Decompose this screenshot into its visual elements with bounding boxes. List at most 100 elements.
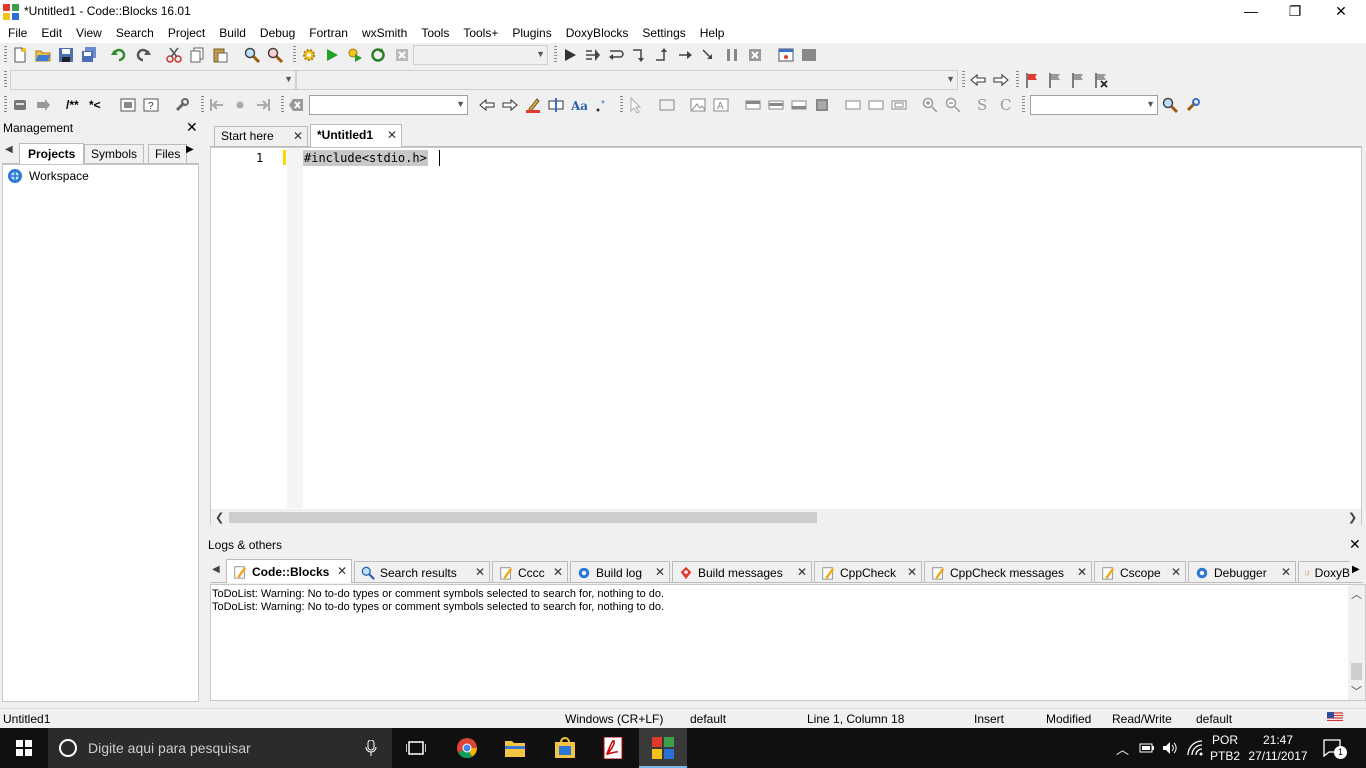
fold-margin[interactable] bbox=[287, 148, 303, 508]
tab-scroll-right-icon[interactable]: ▶ bbox=[1352, 564, 1360, 575]
toolbar-grip[interactable] bbox=[293, 46, 296, 64]
menu-build[interactable]: Build bbox=[212, 23, 253, 43]
toolbar-grip[interactable] bbox=[281, 96, 284, 114]
build-gear-icon[interactable] bbox=[301, 47, 317, 63]
wxsmith-frame-icon[interactable] bbox=[659, 97, 675, 113]
microphone-icon[interactable] bbox=[365, 740, 377, 756]
tab-scroll-left-icon[interactable]: ◀ bbox=[5, 144, 13, 155]
first-icon[interactable] bbox=[209, 97, 225, 113]
close-tab-icon[interactable]: ✕ bbox=[797, 565, 807, 579]
next-line-icon[interactable] bbox=[608, 47, 624, 63]
toolbar-grip[interactable] bbox=[962, 71, 965, 89]
zoom-in-icon[interactable] bbox=[922, 97, 938, 113]
menu-fortran[interactable]: Fortran bbox=[302, 23, 355, 43]
step-into-instruction-icon[interactable] bbox=[700, 47, 716, 63]
tab-build-log[interactable]: Build log ✕ bbox=[570, 561, 670, 583]
volume-icon[interactable] bbox=[1162, 740, 1178, 756]
abort-build-icon[interactable] bbox=[394, 47, 410, 63]
tab-cppcheck[interactable]: CppCheck ✕ bbox=[814, 561, 922, 583]
menu-project[interactable]: Project bbox=[161, 23, 212, 43]
close-tab-icon[interactable]: ✕ bbox=[1077, 565, 1087, 579]
doxyblocks-extract-icon[interactable] bbox=[35, 97, 51, 113]
tree-item-workspace[interactable]: Workspace bbox=[7, 167, 89, 185]
tab-untitled1[interactable]: *Untitled1 ✕ bbox=[310, 124, 402, 147]
acrobat-taskbar-button[interactable] bbox=[589, 728, 637, 768]
minimize-button[interactable]: — bbox=[1228, 0, 1274, 23]
menu-tools[interactable]: Tools bbox=[414, 23, 456, 43]
pause-icon[interactable] bbox=[724, 47, 740, 63]
start-button[interactable] bbox=[0, 728, 48, 768]
build-and-run-icon[interactable] bbox=[347, 47, 363, 63]
highlight-icon[interactable] bbox=[525, 97, 541, 113]
previous-bookmark-icon[interactable] bbox=[1047, 72, 1063, 88]
menu-doxyblocks[interactable]: DoxyBlocks bbox=[559, 23, 636, 43]
find-symbol-icon[interactable] bbox=[1162, 97, 1178, 113]
tab-symbols[interactable]: Symbols bbox=[84, 144, 145, 164]
file-explorer-taskbar-button[interactable] bbox=[491, 728, 539, 768]
paste-icon[interactable] bbox=[212, 47, 228, 63]
menu-help[interactable]: Help bbox=[693, 23, 732, 43]
tab-debugger[interactable]: Debugger ✕ bbox=[1188, 561, 1296, 583]
menu-plugins[interactable]: Plugins bbox=[505, 23, 558, 43]
menu-file[interactable]: File bbox=[1, 23, 34, 43]
function-select[interactable]: ▼ bbox=[296, 70, 958, 90]
close-tab-icon[interactable]: ✕ bbox=[907, 565, 917, 579]
toggle-bookmark-icon[interactable] bbox=[1024, 72, 1040, 88]
close-tab-icon[interactable]: ✕ bbox=[1171, 565, 1181, 579]
wifi-icon[interactable] bbox=[1187, 740, 1203, 756]
wxsmith-expand-icon[interactable] bbox=[845, 97, 861, 113]
scroll-left-icon[interactable]: ❮ bbox=[215, 511, 224, 524]
zoom-out-icon[interactable] bbox=[945, 97, 961, 113]
toolbar-grip[interactable] bbox=[4, 71, 7, 89]
open-folder-icon[interactable] bbox=[35, 47, 51, 63]
scroll-thumb[interactable] bbox=[229, 512, 817, 523]
jump-forward-icon[interactable] bbox=[993, 72, 1009, 88]
clear-bookmarks-icon[interactable] bbox=[1093, 72, 1109, 88]
tab-projects[interactable]: Projects bbox=[19, 143, 85, 164]
jump-back-icon[interactable] bbox=[970, 72, 986, 88]
battery-icon[interactable] bbox=[1139, 741, 1155, 755]
tab-cccc[interactable]: Cccc ✕ bbox=[492, 561, 568, 583]
wxsmith-box-top-icon[interactable] bbox=[745, 97, 761, 113]
menu-edit[interactable]: Edit bbox=[34, 23, 69, 43]
next-instruction-icon[interactable] bbox=[677, 47, 693, 63]
doxyblocks-html-icon[interactable] bbox=[120, 97, 136, 113]
toolbar-grip[interactable] bbox=[4, 46, 7, 64]
close-tab-icon[interactable]: ✕ bbox=[475, 565, 485, 579]
toolbar-grip[interactable] bbox=[620, 96, 623, 114]
action-center-button[interactable]: 1 bbox=[1318, 736, 1347, 760]
tab-cscope[interactable]: Cscope ✕ bbox=[1094, 561, 1186, 583]
scroll-up-icon[interactable]: ︿ bbox=[1351, 586, 1362, 602]
debug-continue-icon[interactable] bbox=[562, 47, 578, 63]
line-comment-button[interactable]: *< bbox=[89, 98, 101, 112]
menu-wxsmith[interactable]: wxSmith bbox=[355, 23, 414, 43]
last-icon[interactable] bbox=[255, 97, 271, 113]
toolbar-grip[interactable] bbox=[1022, 96, 1025, 114]
wxsmith-box-middle-icon[interactable] bbox=[768, 97, 784, 113]
code-line-1[interactable]: #include<stdio.h> bbox=[303, 150, 428, 166]
menu-debug[interactable]: Debug bbox=[253, 23, 302, 43]
scroll-down-icon[interactable]: ﹀ bbox=[1351, 683, 1362, 699]
cut-icon[interactable] bbox=[166, 47, 182, 63]
wxsmith-box-bottom-icon[interactable] bbox=[791, 97, 807, 113]
scope-select[interactable]: ▼ bbox=[10, 70, 296, 90]
scroll-thumb[interactable] bbox=[1351, 663, 1362, 680]
symbol-search-input[interactable]: ▼ bbox=[1030, 95, 1158, 115]
tab-doxyblocks[interactable]: DoxyB bbox=[1298, 561, 1350, 583]
wxsmith-image-icon[interactable] bbox=[690, 97, 706, 113]
current-icon[interactable] bbox=[232, 97, 248, 113]
stop-debugger-icon[interactable] bbox=[747, 47, 763, 63]
step-into-icon[interactable] bbox=[631, 47, 647, 63]
chrome-taskbar-button[interactable] bbox=[443, 728, 491, 768]
scroll-right-icon[interactable]: ❯ bbox=[1348, 511, 1357, 524]
various-info-icon[interactable] bbox=[801, 47, 817, 63]
horizontal-scrollbar[interactable]: ❮ ❯ bbox=[211, 509, 1361, 526]
save-all-icon[interactable] bbox=[81, 47, 97, 63]
wxsmith-pointer-icon[interactable] bbox=[627, 97, 643, 113]
redo-icon[interactable] bbox=[135, 47, 151, 63]
search-next-icon[interactable] bbox=[502, 97, 518, 113]
undo-icon[interactable] bbox=[111, 47, 127, 63]
tab-files[interactable]: Files bbox=[148, 144, 188, 164]
block-comment-button[interactable]: /** bbox=[66, 98, 79, 112]
new-file-icon[interactable] bbox=[12, 47, 28, 63]
